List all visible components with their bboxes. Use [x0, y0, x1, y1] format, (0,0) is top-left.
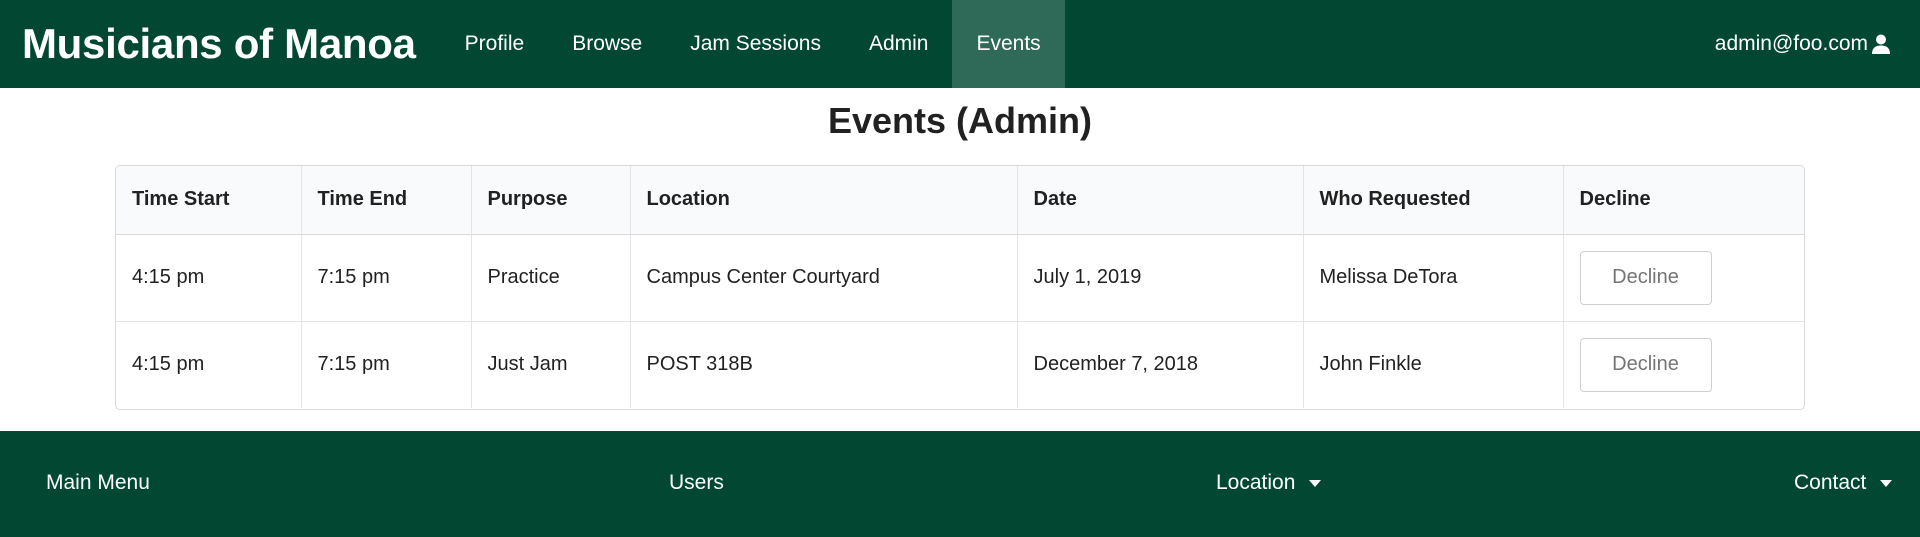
page-title: Events (Admin) [827, 100, 1093, 141]
header-location: Location [630, 166, 1018, 235]
cell-purpose: Just Jam [471, 321, 631, 408]
footer-menu: Main Menu Users Location Contact [0, 431, 1920, 537]
nav-item-events[interactable]: Events [952, 0, 1065, 88]
nav-item-jam-sessions[interactable]: Jam Sessions [666, 0, 845, 88]
header-time-start: Time Start [116, 166, 302, 235]
cell-location: POST 318B [630, 321, 1018, 408]
cell-time-end: 7:15 pm [301, 234, 472, 322]
header-decline: Decline [1563, 166, 1804, 235]
header-time-end: Time End [301, 166, 472, 235]
header-who-requested: Who Requested [1303, 166, 1564, 235]
footer-main-menu[interactable]: Main Menu [46, 471, 150, 495]
footer-users[interactable]: Users [669, 471, 724, 495]
footer-main-menu-label: Main Menu [46, 471, 150, 494]
brand-title[interactable]: Musicians of Manoa [22, 20, 416, 68]
events-table-container: Time Start Time End Purpose Location Dat… [115, 165, 1805, 410]
chevron-down-icon [1880, 479, 1893, 487]
cell-time-end: 7:15 pm [301, 321, 472, 408]
cell-location: Campus Center Courtyard [630, 234, 1018, 322]
cell-date: July 1, 2019 [1017, 234, 1304, 322]
footer-location-dropdown[interactable]: Location [1216, 471, 1322, 495]
footer-contact-dropdown[interactable]: Contact [1794, 471, 1893, 495]
nav-item-admin[interactable]: Admin [845, 0, 953, 88]
header-purpose: Purpose [471, 166, 631, 235]
user-icon [1870, 33, 1892, 55]
cell-who-requested: Melissa DeTora [1303, 234, 1564, 322]
events-table: Time Start Time End Purpose Location Dat… [116, 166, 1804, 408]
cell-decline: Decline [1563, 234, 1804, 322]
table-row: 4:15 pm 7:15 pm Just Jam POST 318B Decem… [116, 321, 1804, 408]
cell-time-start: 4:15 pm [116, 234, 302, 322]
decline-button[interactable]: Decline [1579, 250, 1712, 305]
user-menu[interactable]: admin@foo.com [1715, 32, 1892, 56]
nav-item-browse[interactable]: Browse [548, 0, 666, 88]
footer-contact-label: Contact [1794, 471, 1867, 494]
cell-decline: Decline [1563, 321, 1804, 408]
top-navbar: Musicians of Manoa Profile Browse Jam Se… [0, 0, 1920, 88]
decline-button[interactable]: Decline [1579, 337, 1712, 392]
header-date: Date [1017, 166, 1304, 235]
cell-purpose: Practice [471, 234, 631, 322]
user-email: admin@foo.com [1714, 32, 1868, 55]
cell-date: December 7, 2018 [1017, 321, 1304, 408]
footer-users-label: Users [669, 471, 724, 494]
chevron-down-icon [1309, 479, 1322, 487]
cell-who-requested: John Finkle [1303, 321, 1564, 408]
table-row: 4:15 pm 7:15 pm Practice Campus Center C… [116, 234, 1804, 322]
table-header-row: Time Start Time End Purpose Location Dat… [116, 166, 1804, 235]
nav-item-profile[interactable]: Profile [441, 0, 549, 88]
footer-location-label: Location [1216, 471, 1296, 494]
cell-time-start: 4:15 pm [116, 321, 302, 408]
